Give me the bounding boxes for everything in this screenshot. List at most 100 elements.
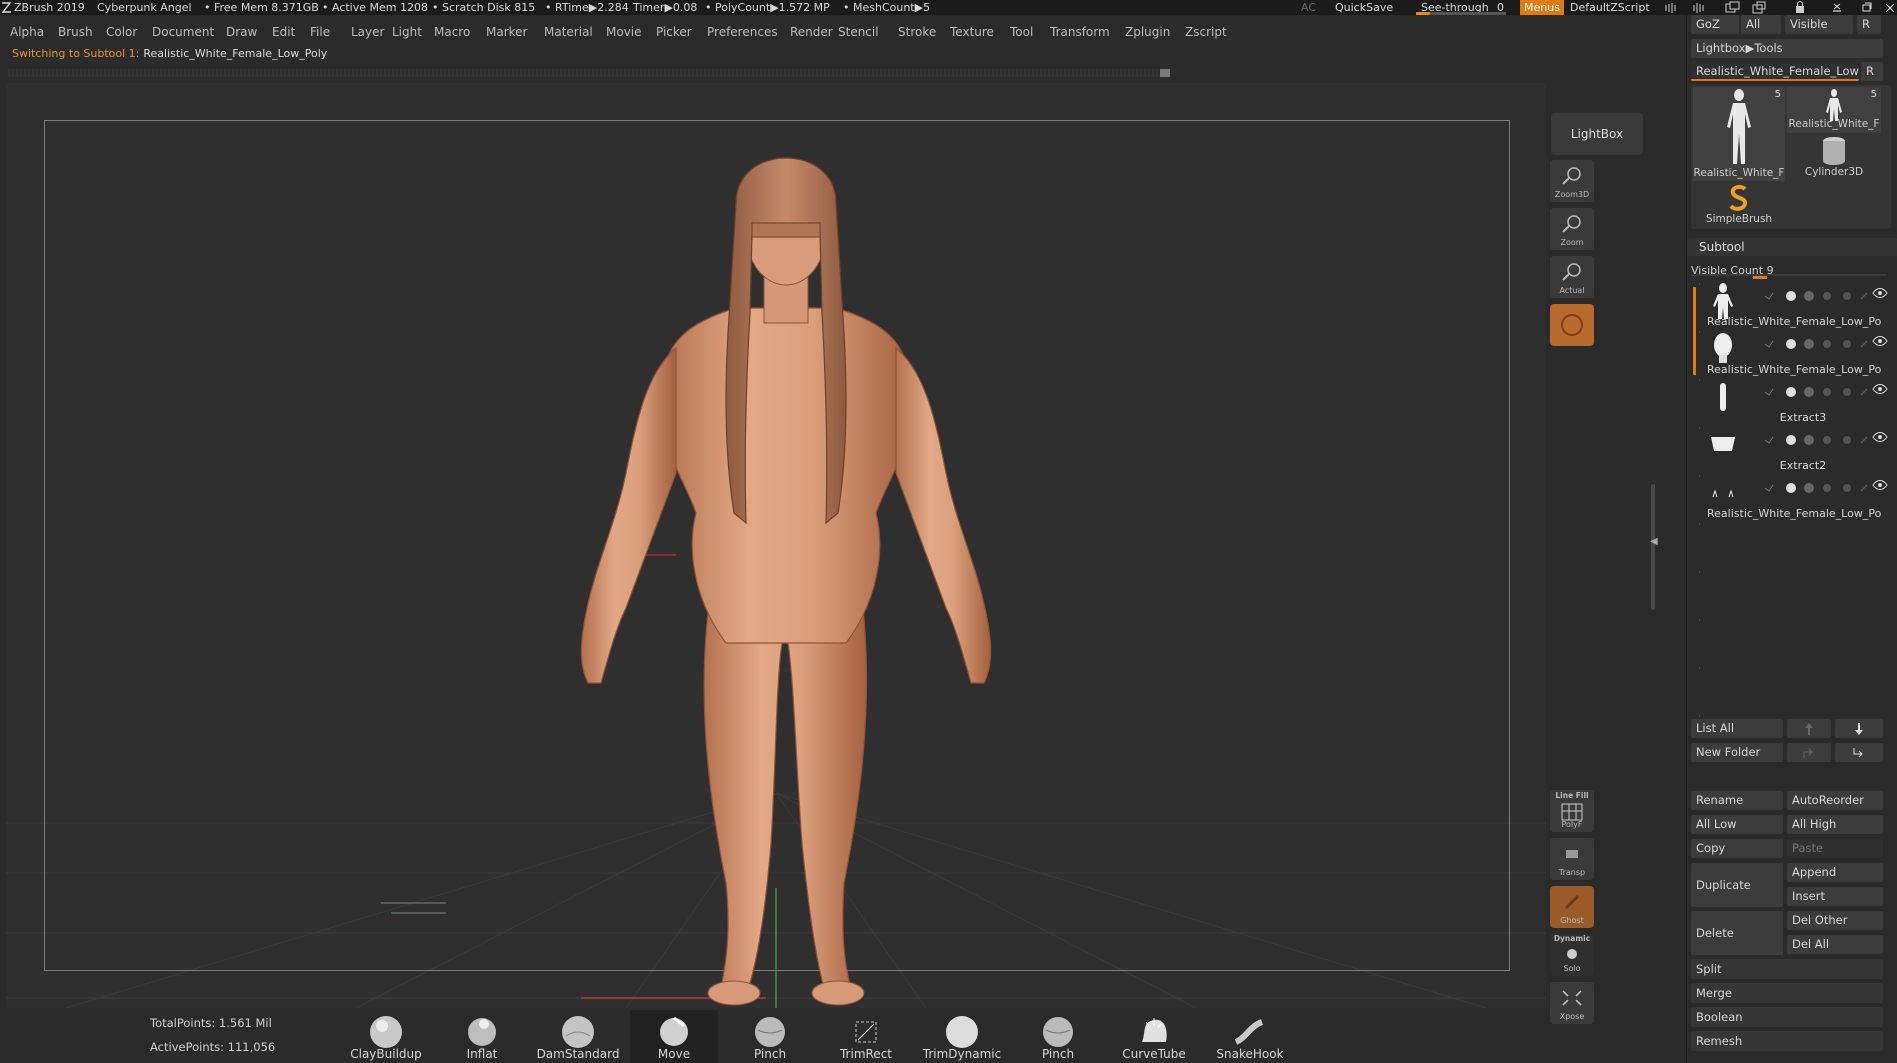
brush-trimrect-button[interactable]: TrimRect [822,1010,910,1063]
menu-preferences[interactable]: Preferences [707,22,778,42]
subtool-item[interactable]: Realistic_White_Female_Low_Po [1707,475,1889,523]
menu-edit[interactable]: Edit [272,22,295,42]
remesh-button[interactable]: Remesh [1691,1031,1883,1051]
tool-thumb-female-1[interactable]: 5 Realistic_White_F [1693,87,1785,181]
xpose-button[interactable]: Xpose [1550,982,1594,1024]
menu-stencil[interactable]: Stencil [838,22,879,42]
menu-movie[interactable]: Movie [606,22,642,42]
subtool-header[interactable]: Subtool [1699,240,1745,254]
subtool-item[interactable]: Realistic_White_Female_Low_Po [1707,283,1889,331]
menu-color[interactable]: Color [106,22,137,42]
append-button[interactable]: Append [1787,863,1883,882]
ghost-button[interactable]: Ghost [1550,886,1594,928]
lightbox-tools-button[interactable]: Lightbox▶Tools [1691,39,1883,58]
menu-light[interactable]: Light [392,22,422,42]
menu-render[interactable]: Render [790,22,833,42]
all-button[interactable]: All [1741,15,1781,34]
solo-button[interactable]: Dynamic Solo [1550,934,1594,976]
menu-material[interactable]: Material [544,22,593,42]
seethrough-slider[interactable] [1416,12,1506,15]
brush-damstandard-button[interactable]: DamStandard [534,1010,622,1063]
rename-button[interactable]: Rename [1691,791,1783,810]
brush-pinch-button[interactable]: Pinch [1014,1010,1102,1063]
new-folder-button[interactable]: New Folder [1691,743,1783,762]
menu-texture[interactable]: Texture [950,22,994,42]
list-all-button[interactable]: List All [1691,719,1783,738]
all-high-button[interactable]: All High [1787,815,1883,834]
del-other-button[interactable]: Del Other [1787,911,1883,930]
brush-curvetube-button[interactable]: CurveTube [1110,1010,1198,1063]
brush-inflat-button[interactable]: Inflat [438,1010,526,1063]
menu-picker[interactable]: Picker [656,22,692,42]
folder-up-button[interactable] [1787,743,1831,762]
tool-thumb-simplebrush[interactable]: SimpleBrush [1693,183,1785,227]
folder-down-button[interactable] [1835,743,1883,762]
default-zscript-button[interactable]: DefaultZScript [1570,0,1650,15]
menu-stroke[interactable]: Stroke [898,22,936,42]
actual-button[interactable]: Actual [1550,256,1594,298]
menu-zscript[interactable]: Zscript [1185,22,1227,42]
material-button[interactable] [1550,304,1594,346]
zoom-button[interactable]: Zoom [1550,208,1594,250]
del-all-button[interactable]: Del All [1787,935,1883,954]
move-up-button[interactable] [1787,719,1831,738]
ac-toggle[interactable]: AC [1301,0,1316,15]
visible-button[interactable]: Visible [1785,15,1853,34]
female-model-mesh[interactable] [526,83,1046,1008]
menu-zplugin[interactable]: Zplugin [1125,22,1170,42]
subtool-item[interactable]: Realistic_White_Female_Low_Po [1707,331,1889,379]
all-low-button[interactable]: All Low [1691,815,1783,834]
brush-claybuildup-button[interactable]: ClayBuildup [342,1010,430,1063]
paste-button[interactable]: Paste [1787,839,1883,858]
document-scroll-handle[interactable] [1160,69,1170,77]
menu-alpha[interactable]: Alpha [10,22,44,42]
split-button[interactable]: Split [1691,959,1883,979]
boolean-button[interactable]: Boolean [1691,1007,1883,1027]
menu-file[interactable]: File [310,22,330,42]
transp-button[interactable]: Transp [1550,838,1594,880]
menu-draw[interactable]: Draw [226,22,257,42]
menu-macro[interactable]: Macro [434,22,470,42]
copy-button[interactable]: Copy [1691,839,1783,858]
menu-transform[interactable]: Transform [1050,22,1110,42]
subtool-item[interactable]: Extract2 [1707,427,1889,475]
eye-icon[interactable] [1872,287,1888,299]
visible-count-slider[interactable]: Visible Count 9 [1691,264,1887,279]
eye-icon[interactable] [1872,479,1888,491]
r-tool-button[interactable]: R [1861,62,1883,81]
insert-button[interactable]: Insert [1787,887,1883,906]
eye-icon[interactable] [1872,335,1888,347]
delete-button[interactable]: Delete [1691,911,1783,955]
subtool-list[interactable]: Realistic_White_Female_Low_Po Realistic_W… [1687,283,1897,723]
brush-pinch-button[interactable]: Pinch [726,1010,814,1063]
visible-count-handle[interactable] [1753,276,1767,279]
brush-trimdynamic-button[interactable]: TrimDynamic [918,1010,1006,1063]
menu-brush[interactable]: Brush [58,22,93,42]
r-button[interactable]: R [1857,15,1881,34]
quicksave-button[interactable]: QuickSave [1335,0,1393,15]
canvas-viewport[interactable] [6,83,1546,1008]
move-down-button[interactable] [1835,719,1883,738]
eye-icon[interactable] [1872,383,1888,395]
lightbox-button[interactable]: LightBox [1551,113,1643,155]
merge-button[interactable]: Merge [1691,983,1883,1003]
tool-thumb-female-2[interactable]: 5 Realistic_White_F [1787,87,1881,133]
polyf-button[interactable]: Line Fill PolyF [1550,790,1594,832]
goz-button[interactable]: GoZ [1691,15,1739,34]
duplicate-button[interactable]: Duplicate [1691,863,1783,907]
tool-thumb-cylinder[interactable]: Cylinder3D [1787,135,1881,181]
tray-divider-slider[interactable] [1651,484,1655,610]
menu-document[interactable]: Document [152,22,214,42]
brush-move-button[interactable]: Move [630,1010,718,1063]
menu-tool[interactable]: Tool [1010,22,1033,42]
layout-left-icon[interactable] [1663,0,1681,19]
subtool-item[interactable]: Extract3 [1707,379,1889,427]
autoreorder-button[interactable]: AutoReorder [1787,791,1883,810]
menu-layer[interactable]: Layer [351,22,384,42]
collapse-arrow-icon[interactable]: ◀ [1650,536,1658,547]
menu-marker[interactable]: Marker [486,22,527,42]
document-scrollbar[interactable] [8,69,1170,77]
zoom3d-button[interactable]: Zoom3D [1550,160,1594,202]
brush-snakehook-button[interactable]: SnakeHook [1206,1010,1294,1063]
eye-icon[interactable] [1872,431,1888,443]
